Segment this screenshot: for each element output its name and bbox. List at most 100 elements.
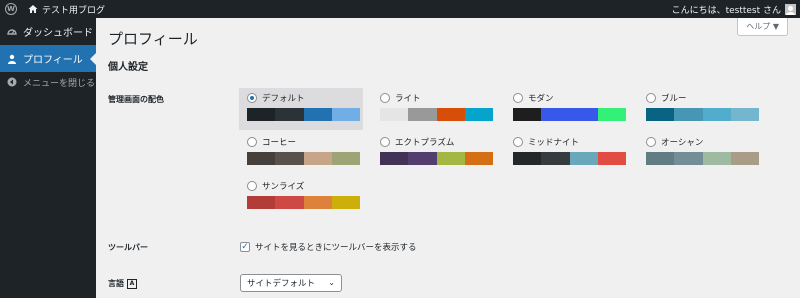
- color-swatch: [569, 108, 598, 121]
- scheme-label: サンライズ: [262, 182, 305, 192]
- color-swatches: [646, 108, 759, 121]
- scheme-label: オーシャン: [661, 138, 704, 148]
- sidebar-item-dashboard[interactable]: ダッシュボード: [0, 18, 96, 45]
- color-swatch: [597, 152, 626, 165]
- main-content: プロフィール ヘルプ ▼ 個人設定 管理画面の配色 デフォルト ライト モダン …: [96, 18, 800, 298]
- color-swatch: [275, 152, 304, 165]
- help-button[interactable]: ヘルプ ▼: [737, 18, 788, 36]
- scheme-label: モダン: [528, 94, 554, 104]
- color-swatch: [646, 152, 675, 165]
- radio-button[interactable]: [380, 93, 390, 103]
- greeting-text: こんにちは、testtest さん: [671, 5, 781, 16]
- radio-button[interactable]: [247, 137, 257, 147]
- color-scheme-ectoplasm[interactable]: エクトプラズム: [372, 132, 496, 174]
- color-scheme-default[interactable]: デフォルト: [239, 88, 363, 130]
- color-swatch: [331, 196, 360, 209]
- color-scheme-coffee[interactable]: コーヒー: [239, 132, 363, 174]
- color-scheme-blue[interactable]: ブルー: [638, 88, 762, 130]
- color-scheme-light[interactable]: ライト: [372, 88, 496, 130]
- color-swatch: [247, 108, 276, 121]
- admin-sidebar: ダッシュボード プロフィール メニューを閉じる: [0, 18, 96, 298]
- collapse-menu-button[interactable]: メニューを閉じる: [0, 72, 96, 92]
- color-swatches: [380, 152, 493, 165]
- sidebar-item-label: メニューを閉じる: [23, 78, 96, 89]
- color-swatches: [513, 108, 626, 121]
- color-swatch: [569, 152, 598, 165]
- language-select-value: サイトデフォルト: [247, 279, 316, 289]
- user-icon: [7, 54, 17, 64]
- color-scheme-sunrise[interactable]: サンライズ: [239, 176, 363, 218]
- toolbar-label: ツールバー: [108, 243, 148, 252]
- color-swatch: [730, 152, 759, 165]
- my-account-link[interactable]: こんにちは、testtest さん: [672, 3, 800, 16]
- color-swatch: [513, 108, 542, 121]
- dashboard-icon: [7, 27, 17, 37]
- color-swatch: [331, 108, 360, 121]
- color-swatch: [331, 152, 360, 165]
- color-swatch: [303, 196, 332, 209]
- home-icon: [28, 5, 38, 13]
- color-swatch: [436, 152, 465, 165]
- color-scheme-label: 管理画面の配色: [108, 95, 164, 104]
- toolbar-checkbox[interactable]: ✓: [240, 242, 250, 252]
- color-swatches: [247, 196, 360, 209]
- radio-button[interactable]: [646, 93, 656, 103]
- color-scheme-modern[interactable]: モダン: [505, 88, 629, 130]
- color-scheme-ocean[interactable]: オーシャン: [638, 132, 762, 174]
- sidebar-item-label: ダッシュボード: [23, 28, 93, 39]
- color-swatch: [646, 108, 675, 121]
- color-swatch: [380, 108, 409, 121]
- site-name-link[interactable]: テスト用ブログ: [22, 3, 105, 16]
- scheme-label: コーヒー: [262, 138, 297, 148]
- color-swatch: [408, 108, 437, 121]
- color-swatch: [702, 152, 731, 165]
- color-swatches: [380, 108, 493, 121]
- color-swatch: [674, 152, 703, 165]
- scheme-label: ミッドナイト: [528, 138, 580, 148]
- sidebar-item-label: プロフィール: [23, 55, 83, 66]
- scheme-label: ブルー: [661, 94, 687, 104]
- sidebar-item-profile[interactable]: プロフィール: [0, 45, 96, 72]
- chevron-down-icon: ⌄: [328, 278, 335, 287]
- color-swatches: [247, 152, 360, 165]
- color-swatch: [303, 108, 332, 121]
- color-swatch: [541, 152, 570, 165]
- color-swatch: [702, 108, 731, 121]
- language-select[interactable]: サイトデフォルト ⌄: [240, 274, 342, 292]
- color-swatches: [646, 152, 759, 165]
- radio-button[interactable]: [380, 137, 390, 147]
- radio-button[interactable]: [247, 93, 257, 103]
- language-label-row: 言語 A: [108, 278, 137, 289]
- scheme-label: ライト: [395, 94, 421, 104]
- scheme-label: デフォルト: [262, 94, 305, 104]
- language-label: 言語: [108, 279, 124, 288]
- toolbar-option[interactable]: ✓ サイトを見るときにツールバーを表示する: [240, 241, 417, 253]
- radio-button[interactable]: [247, 181, 257, 191]
- color-swatch: [597, 108, 626, 121]
- color-swatches: [247, 108, 360, 121]
- page-title: プロフィール: [108, 30, 198, 48]
- color-swatch: [464, 108, 493, 121]
- color-swatches: [513, 152, 626, 165]
- color-swatch: [303, 152, 332, 165]
- radio-button[interactable]: [513, 137, 523, 147]
- color-swatch: [247, 152, 276, 165]
- wordpress-logo-icon[interactable]: W: [0, 0, 22, 18]
- color-swatch: [513, 152, 542, 165]
- color-swatch: [730, 108, 759, 121]
- section-title: 個人設定: [108, 62, 148, 73]
- avatar-icon: [785, 3, 796, 15]
- color-swatch: [275, 108, 304, 121]
- color-scheme-midnight[interactable]: ミッドナイト: [505, 132, 629, 174]
- color-swatch: [380, 152, 409, 165]
- collapse-icon: [7, 77, 17, 87]
- radio-button[interactable]: [513, 93, 523, 103]
- color-swatch: [436, 108, 465, 121]
- color-swatch: [674, 108, 703, 121]
- color-swatch: [408, 152, 437, 165]
- color-swatch: [247, 196, 276, 209]
- radio-button[interactable]: [646, 137, 656, 147]
- translate-icon: A: [127, 278, 137, 289]
- scheme-label: エクトプラズム: [395, 138, 455, 148]
- site-name-label: テスト用ブログ: [42, 5, 106, 16]
